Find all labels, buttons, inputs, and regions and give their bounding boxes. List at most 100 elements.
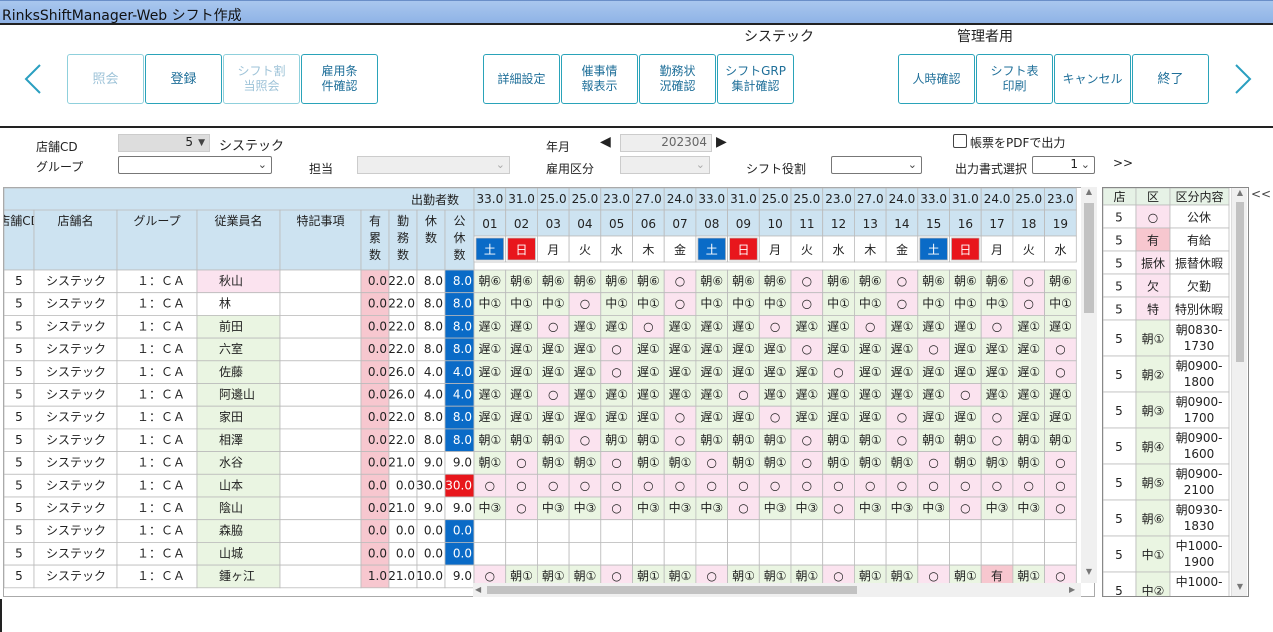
shift-code[interactable]: 中③ <box>986 500 1009 515</box>
shift-code[interactable]: 朝① <box>954 569 977 583</box>
shift-code[interactable]: 遅① <box>700 342 723 356</box>
scroll-up-icon[interactable]: ▲ <box>1232 188 1248 200</box>
shift-code[interactable]: 朝① <box>764 569 787 583</box>
shift-code[interactable]: ○ <box>485 569 495 583</box>
output-format-select[interactable]: 1 ⌄ <box>1032 156 1095 174</box>
shift-code[interactable]: 朝⑥ <box>764 274 787 288</box>
shift-code[interactable]: 朝⑥ <box>574 274 597 288</box>
shift-code[interactable]: ○ <box>928 569 938 583</box>
cancel-button[interactable]: キャンセル <box>1054 54 1131 104</box>
shift-code[interactable]: 朝① <box>891 456 914 470</box>
shift-code[interactable]: 遅① <box>827 388 850 402</box>
shift-code[interactable]: ○ <box>897 478 907 492</box>
shift-code[interactable]: 遅① <box>574 388 597 402</box>
shift-code[interactable]: 朝① <box>1017 456 1040 470</box>
shift-code[interactable]: 遅① <box>478 365 501 379</box>
shift-code[interactable]: 遅① <box>891 388 914 402</box>
shift-code[interactable]: 中① <box>1049 296 1072 311</box>
shift-code[interactable]: 朝① <box>922 433 945 447</box>
shift-code[interactable]: 朝① <box>1017 433 1040 447</box>
shift-code[interactable]: 中③ <box>922 500 945 515</box>
shift-code[interactable]: 中① <box>859 296 882 311</box>
shift-code[interactable]: ○ <box>611 365 621 379</box>
shift-code[interactable]: 遅① <box>1017 388 1040 402</box>
shift-code[interactable]: 中③ <box>795 500 818 515</box>
grid-vscroll-thumb[interactable] <box>1084 203 1094 313</box>
work-status-button[interactable]: 勤務状 況確認 <box>639 54 716 104</box>
shift-code[interactable]: 遅① <box>795 365 818 379</box>
shift-code[interactable]: 中③ <box>542 500 565 515</box>
shift-code[interactable]: 朝⑥ <box>859 274 882 288</box>
shift-code[interactable]: 朝① <box>891 569 914 583</box>
grid-hscroll-thumb[interactable] <box>487 586 857 594</box>
shift-code[interactable]: 遅① <box>1049 410 1072 424</box>
shift-code[interactable]: ○ <box>897 433 907 447</box>
shift-code[interactable]: 朝① <box>859 456 882 470</box>
shift-code[interactable]: 朝⑥ <box>605 274 628 288</box>
ym-input[interactable]: 202304 <box>620 134 712 152</box>
shift-code[interactable]: 遅① <box>542 342 565 356</box>
shift-code[interactable]: 中③ <box>700 500 723 515</box>
shift-code[interactable]: 朝⑥ <box>986 274 1009 288</box>
shift-code[interactable]: ○ <box>580 478 590 492</box>
shift-code[interactable]: 朝① <box>954 456 977 470</box>
shift-code[interactable]: 遅① <box>637 410 660 424</box>
shift-code[interactable]: 遅① <box>859 410 882 424</box>
shift-code[interactable]: 遅① <box>669 319 692 333</box>
shift-code[interactable]: 中① <box>986 296 1009 311</box>
shift-code[interactable]: 朝⑥ <box>510 274 533 288</box>
shift-code[interactable]: ○ <box>770 410 780 424</box>
shift-code[interactable]: 朝⑥ <box>542 274 565 288</box>
shift-code[interactable]: 遅① <box>478 388 501 402</box>
shift-code[interactable]: 遅① <box>859 388 882 402</box>
shift-code[interactable]: ○ <box>675 274 685 288</box>
detail-settings-button[interactable]: 詳細設定 <box>483 54 560 104</box>
shift-code[interactable]: 遅① <box>891 342 914 356</box>
shift-code[interactable]: 遅① <box>510 365 533 379</box>
shift-group-summary-button[interactable]: シフトGRP 集計確認 <box>717 54 794 104</box>
shift-code[interactable]: 遅① <box>986 365 1009 379</box>
shift-code[interactable]: 朝① <box>764 433 787 447</box>
shift-code[interactable]: 遅① <box>1017 410 1040 424</box>
shift-code[interactable]: 朝⑥ <box>922 274 945 288</box>
event-info-button[interactable]: 催事情 報表示 <box>561 54 638 104</box>
shift-code[interactable]: ○ <box>960 478 970 492</box>
shift-code[interactable]: ○ <box>833 569 843 583</box>
shift-code[interactable]: 遅① <box>637 342 660 356</box>
shift-code[interactable]: ○ <box>675 433 685 447</box>
shift-code[interactable]: 朝⑥ <box>827 274 850 288</box>
shift-code[interactable]: 遅① <box>478 319 501 333</box>
shift-code[interactable]: ○ <box>1055 501 1065 515</box>
shift-code[interactable]: 朝⑥ <box>637 274 660 288</box>
shift-code[interactable]: ○ <box>1055 478 1065 492</box>
shift-code[interactable]: ○ <box>611 342 621 356</box>
shift-code[interactable]: ○ <box>707 569 717 583</box>
shift-code[interactable]: ○ <box>960 388 970 402</box>
shift-code[interactable]: 遅① <box>764 342 787 356</box>
shift-code[interactable]: 遅① <box>827 319 850 333</box>
shift-code[interactable]: ○ <box>770 319 780 333</box>
shift-code[interactable]: 遅① <box>542 410 565 424</box>
shift-code[interactable]: 遅① <box>954 342 977 356</box>
shift-code[interactable]: 朝① <box>637 569 660 583</box>
shift-code[interactable]: 遅① <box>574 342 597 356</box>
shift-code[interactable]: 朝① <box>954 433 977 447</box>
shift-code[interactable]: 有 <box>991 569 1003 583</box>
shift-code[interactable]: 朝① <box>859 569 882 583</box>
shift-code[interactable]: 朝① <box>510 569 533 583</box>
employment-conditions-button[interactable]: 雇用条 件確認 <box>301 54 378 104</box>
shift-code[interactable]: ○ <box>485 478 495 492</box>
shift-code[interactable]: ○ <box>897 274 907 288</box>
shift-role-select[interactable]: ⌄ <box>831 156 922 174</box>
shift-code[interactable]: 遅① <box>510 342 533 356</box>
shift-code[interactable]: 遅① <box>986 388 1009 402</box>
shift-code[interactable]: 遅① <box>700 319 723 333</box>
shift-code[interactable]: 遅① <box>891 365 914 379</box>
shift-code[interactable]: 遅① <box>700 410 723 424</box>
shift-code[interactable]: 中① <box>764 296 787 311</box>
shift-code[interactable]: ○ <box>897 410 907 424</box>
shift-code[interactable]: 朝⑥ <box>1049 274 1072 288</box>
shift-code[interactable]: ○ <box>1024 274 1034 288</box>
shift-code[interactable]: 朝① <box>859 433 882 447</box>
side-vertical-scrollbar[interactable]: ▲ ▼ <box>1231 188 1247 596</box>
